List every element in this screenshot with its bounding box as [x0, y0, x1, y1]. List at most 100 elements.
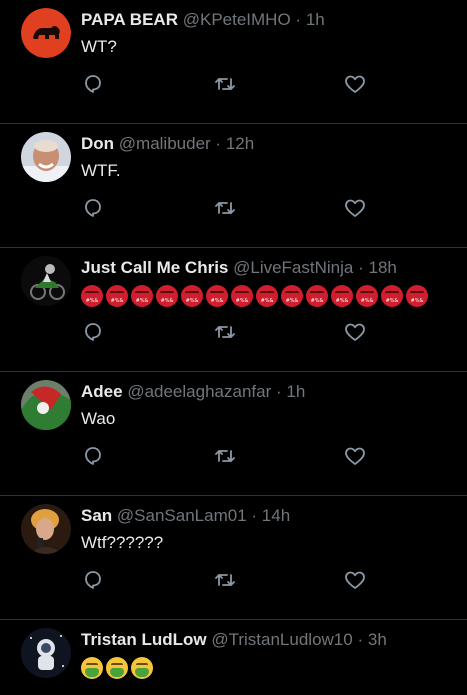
- separator-dot: ·: [251, 506, 258, 525]
- angry-face-with-symbols-emoji: [106, 285, 128, 307]
- reply-icon: [81, 444, 105, 468]
- like-button[interactable]: [343, 320, 367, 344]
- avatar[interactable]: [21, 256, 71, 306]
- tweet[interactable]: Just Call Me Chris @LiveFastNinja · 18h: [0, 248, 467, 372]
- tweet-time[interactable]: 3h: [368, 630, 387, 649]
- angry-face-with-symbols-emoji: [181, 285, 203, 307]
- angry-face-with-symbols-emoji: [206, 285, 228, 307]
- tweet-header: Just Call Me Chris @LiveFastNinja · 18h: [81, 258, 397, 278]
- reply-button[interactable]: [81, 72, 105, 96]
- tweet-header: PAPA BEAR @KPeteIMHO · 1h: [81, 10, 325, 30]
- retweet-button[interactable]: [213, 196, 237, 220]
- display-name[interactable]: Adee: [81, 382, 123, 401]
- user-handle[interactable]: @TristanLudlow10: [211, 630, 352, 649]
- nauseated-face-emoji: [106, 657, 128, 679]
- user-handle[interactable]: @SanSanLam01: [117, 506, 247, 525]
- retweet-icon: [213, 320, 237, 344]
- tweet-time[interactable]: 1h: [306, 10, 325, 29]
- angry-face-with-symbols-emoji: [81, 285, 103, 307]
- retweet-icon: [213, 444, 237, 468]
- avatar[interactable]: [21, 628, 71, 678]
- retweet-button[interactable]: [213, 568, 237, 592]
- reply-icon: [81, 72, 105, 96]
- angry-face-with-symbols-emoji: [306, 285, 328, 307]
- tweet-text: Wtf??????: [81, 533, 164, 552]
- tweet-actions: [0, 196, 467, 226]
- heart-icon: [343, 568, 367, 592]
- tweet-actions: [0, 320, 467, 350]
- reply-button[interactable]: [81, 320, 105, 344]
- tweet-time[interactable]: 18h: [369, 258, 397, 277]
- reply-button[interactable]: [81, 444, 105, 468]
- angry-face-with-symbols-emoji: [331, 285, 353, 307]
- retweet-icon: [213, 568, 237, 592]
- angry-face-with-symbols-emoji: [131, 285, 153, 307]
- angry-face-with-symbols-emoji: [256, 285, 278, 307]
- tweet-header: Adee @adeelaghazanfar · 1h: [81, 382, 305, 402]
- tweet[interactable]: San @SanSanLam01 · 14h Wtf??????: [0, 496, 467, 620]
- like-button[interactable]: [343, 568, 367, 592]
- reply-icon: [81, 568, 105, 592]
- separator-dot: ·: [358, 258, 364, 277]
- heart-icon: [343, 320, 367, 344]
- user-handle[interactable]: @KPeteIMHO: [183, 10, 291, 29]
- reply-icon: [81, 320, 105, 344]
- avatar[interactable]: [21, 132, 71, 182]
- retweet-button[interactable]: [213, 320, 237, 344]
- like-button[interactable]: [343, 196, 367, 220]
- retweet-icon: [213, 196, 237, 220]
- angry-face-with-symbols-emoji: [381, 285, 403, 307]
- nauseated-face-emoji: [81, 657, 103, 679]
- separator-dot: ·: [357, 630, 364, 649]
- heart-icon: [343, 444, 367, 468]
- avatar[interactable]: [21, 8, 71, 58]
- tweet-actions: [0, 72, 467, 102]
- angry-face-with-symbols-emoji: [281, 285, 303, 307]
- tweet-header: Don @malibuder · 12h: [81, 134, 254, 154]
- reply-button[interactable]: [81, 196, 105, 220]
- angry-face-with-symbols-emoji: [231, 285, 253, 307]
- user-handle[interactable]: @adeelaghazanfar: [127, 382, 271, 401]
- tweet[interactable]: Adee @adeelaghazanfar · 1h Wao: [0, 372, 467, 496]
- user-handle[interactable]: @malibuder: [119, 134, 211, 153]
- tweet-text: WTF.: [81, 161, 121, 180]
- separator-dot: ·: [275, 382, 282, 401]
- separator-dot: ·: [295, 10, 302, 29]
- retweet-button[interactable]: [213, 72, 237, 96]
- display-name[interactable]: Tristan LudLow: [81, 630, 207, 649]
- nauseated-face-emoji: [131, 657, 153, 679]
- tweet-emoji-row: [81, 285, 431, 307]
- tweet[interactable]: Don @malibuder · 12h WTF.: [0, 124, 467, 248]
- heart-icon: [343, 72, 367, 96]
- avatar[interactable]: [21, 380, 71, 430]
- tweet-header: Tristan LudLow @TristanLudlow10 · 3h: [81, 630, 387, 650]
- reply-button[interactable]: [81, 568, 105, 592]
- angry-face-with-symbols-emoji: [356, 285, 378, 307]
- display-name[interactable]: Don: [81, 134, 114, 153]
- tweet-time[interactable]: 1h: [286, 382, 305, 401]
- tweet-header: San @SanSanLam01 · 14h: [81, 506, 290, 526]
- display-name[interactable]: PAPA BEAR: [81, 10, 178, 29]
- heart-icon: [343, 196, 367, 220]
- tweet[interactable]: Tristan LudLow @TristanLudlow10 · 3h: [0, 620, 467, 695]
- separator-dot: ·: [215, 134, 222, 153]
- like-button[interactable]: [343, 444, 367, 468]
- angry-face-with-symbols-emoji: [406, 285, 428, 307]
- display-name[interactable]: San: [81, 506, 112, 525]
- retweet-icon: [213, 72, 237, 96]
- avatar[interactable]: [21, 504, 71, 554]
- tweet-actions: [0, 444, 467, 474]
- tweet-emoji-row: [81, 657, 156, 679]
- tweet-text: Wao: [81, 409, 116, 428]
- reply-icon: [81, 196, 105, 220]
- tweet-feed: PAPA BEAR @KPeteIMHO · 1h WT? Don @malib…: [0, 0, 467, 695]
- display-name[interactable]: Just Call Me Chris: [81, 258, 228, 277]
- tweet-time[interactable]: 14h: [262, 506, 290, 525]
- user-handle[interactable]: @LiveFastNinja: [233, 258, 353, 277]
- like-button[interactable]: [343, 72, 367, 96]
- tweet-text: WT?: [81, 37, 117, 56]
- tweet-time[interactable]: 12h: [226, 134, 254, 153]
- tweet[interactable]: PAPA BEAR @KPeteIMHO · 1h WT?: [0, 0, 467, 124]
- tweet-actions: [0, 568, 467, 598]
- retweet-button[interactable]: [213, 444, 237, 468]
